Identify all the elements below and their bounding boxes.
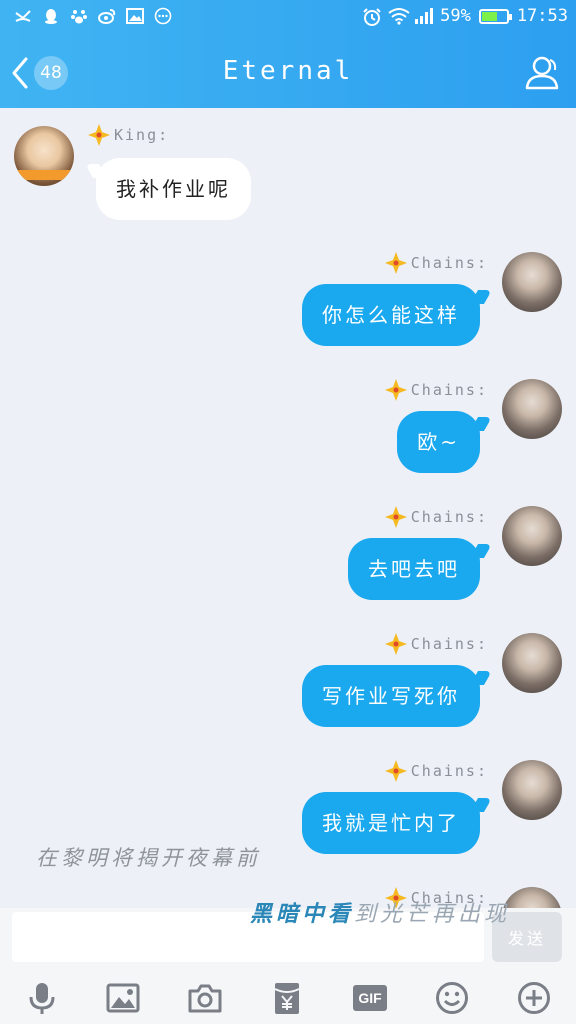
sender-name: Chains:: [384, 633, 488, 655]
message-bubble[interactable]: 欧~: [397, 411, 480, 473]
status-bar-notifications: [14, 7, 172, 25]
battery-level: [481, 11, 498, 21]
message-item: Chains: 写作业写死你: [0, 619, 576, 746]
gif-button[interactable]: GIF: [350, 978, 390, 1018]
member-star-icon: [384, 252, 407, 274]
plus-icon: [518, 982, 550, 1014]
microphone-icon: [29, 983, 55, 1014]
avatar[interactable]: [502, 252, 562, 312]
message-item: Chains: 你怎么能这样: [0, 238, 576, 365]
image-icon: [126, 7, 144, 25]
member-star-icon: [384, 760, 407, 782]
signal-icon: [414, 7, 434, 25]
message-bubble[interactable]: 我补作业呢: [96, 158, 251, 220]
sender-name: King:: [88, 124, 169, 146]
input-toolbar: GIF: [0, 968, 576, 1024]
user-profile-icon: [525, 56, 559, 90]
avatar[interactable]: [502, 633, 562, 693]
sender-name: Chains:: [384, 379, 488, 401]
more-icon: [154, 7, 172, 25]
message-bubble[interactable]: 去吧去吧: [348, 538, 480, 600]
message-item: Chains: 去吧去吧: [0, 492, 576, 619]
message-bubble[interactable]: 你怎么能这样: [302, 284, 480, 346]
camera-icon: [188, 984, 222, 1013]
message-list[interactable]: King: 我补作业呢 Chains: 你怎么能这样 Chains: 欧~ Ch…: [0, 108, 576, 908]
chat-title: Eternal: [222, 56, 354, 86]
overlay-text-line-2: 黑暗中看到光芒再出现: [250, 896, 510, 928]
member-star-icon: [384, 506, 407, 528]
status-bar-system: 59% 17:53: [362, 6, 568, 26]
avatar[interactable]: [502, 506, 562, 566]
avatar[interactable]: [14, 126, 74, 186]
emoji-icon: [436, 982, 468, 1014]
overlay-text-line-2-dark: 黑暗中看: [250, 902, 355, 927]
emoji-button[interactable]: [432, 978, 472, 1018]
voice-button[interactable]: [22, 978, 62, 1018]
avatar[interactable]: [502, 887, 562, 908]
member-star-icon: [384, 633, 407, 655]
message-item: King: 我补作业呢: [0, 108, 576, 238]
qq-icon: [42, 7, 60, 25]
message-item: Chains: 欧~: [0, 365, 576, 492]
camera-button[interactable]: [185, 978, 225, 1018]
overlay-text-line-1: 在黎明将揭开夜幕前: [36, 846, 261, 870]
message-bubble[interactable]: 我就是忙内了: [302, 792, 480, 854]
member-star-icon: [384, 379, 407, 401]
avatar[interactable]: [502, 379, 562, 439]
status-bar: 59% 17:53: [0, 0, 576, 36]
overlay-text-line-2-light: 到光芒再出现: [354, 902, 511, 927]
chat-header: 48 Eternal: [0, 36, 576, 108]
missed-call-icon: [14, 7, 32, 25]
alarm-icon: [362, 7, 381, 26]
profile-button[interactable]: [522, 52, 562, 92]
image-icon: [106, 983, 140, 1013]
clock: 17:53: [516, 6, 568, 26]
paw-icon: [70, 7, 88, 25]
more-options-button[interactable]: [514, 978, 554, 1018]
sender-name: Chains:: [384, 252, 488, 274]
avatar[interactable]: [502, 760, 562, 820]
weibo-icon: [98, 7, 116, 25]
member-star-icon: [88, 124, 110, 146]
battery-icon: [478, 8, 512, 24]
red-packet-button[interactable]: [267, 978, 307, 1018]
message-bubble[interactable]: 写作业写死你: [302, 665, 480, 727]
red-packet-icon: [274, 983, 300, 1014]
sender-name: Chains:: [384, 760, 488, 782]
sender-name: Chains:: [384, 506, 488, 528]
battery-percent: 59%: [440, 6, 471, 26]
wifi-icon: [388, 7, 410, 25]
gif-icon: GIF: [353, 985, 387, 1011]
gallery-button[interactable]: [103, 978, 143, 1018]
